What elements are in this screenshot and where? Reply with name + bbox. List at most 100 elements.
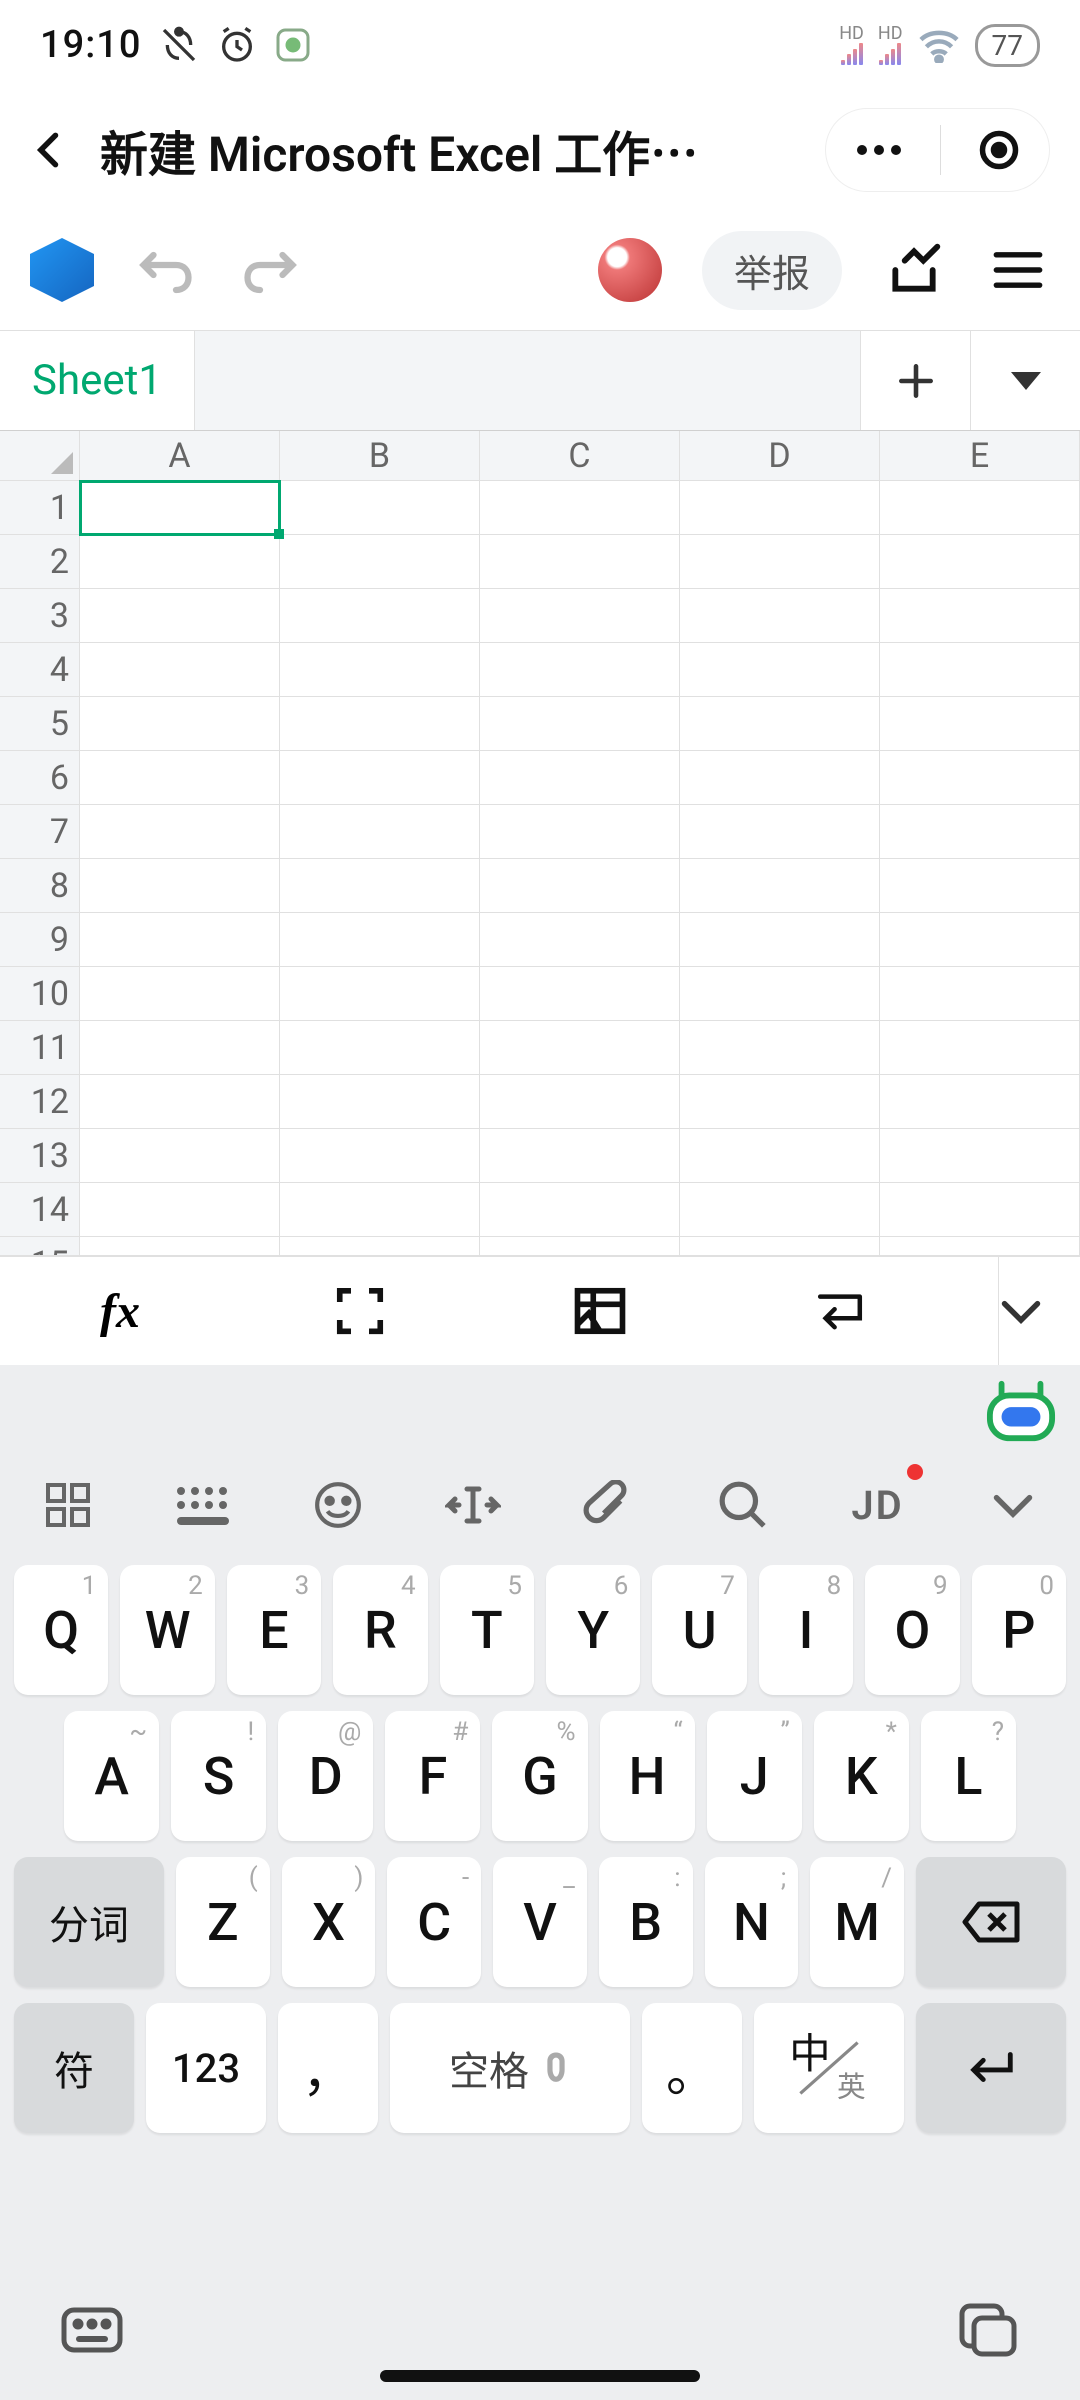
row-header-5[interactable]: 5	[0, 697, 80, 751]
cell-E3[interactable]	[880, 589, 1080, 643]
key-K[interactable]: *K	[814, 1711, 909, 1841]
row-header-4[interactable]: 4	[0, 643, 80, 697]
row-header-10[interactable]: 10	[0, 967, 80, 1021]
key-J[interactable]: ”J	[707, 1711, 802, 1841]
key-L[interactable]: ?L	[921, 1711, 1016, 1841]
row-header-13[interactable]: 13	[0, 1129, 80, 1183]
cell-E6[interactable]	[880, 751, 1080, 805]
cell-A6[interactable]	[80, 751, 280, 805]
row-header-12[interactable]: 12	[0, 1075, 80, 1129]
home-indicator[interactable]	[380, 2370, 700, 2382]
cell-C10[interactable]	[480, 967, 680, 1021]
cell-C6[interactable]	[480, 751, 680, 805]
column-header-E[interactable]: E	[880, 431, 1080, 481]
cell-D5[interactable]	[680, 697, 880, 751]
cell-D6[interactable]	[680, 751, 880, 805]
cell-A3[interactable]	[80, 589, 280, 643]
cell-C8[interactable]	[480, 859, 680, 913]
cell-E9[interactable]	[880, 913, 1080, 967]
column-header-C[interactable]: C	[480, 431, 680, 481]
cell-B10[interactable]	[280, 967, 480, 1021]
keyboard-switch-icon[interactable]	[60, 2302, 124, 2358]
key-S[interactable]: !S	[171, 1711, 266, 1841]
key-X[interactable]: )X	[282, 1857, 376, 1987]
key-H[interactable]: “H	[600, 1711, 695, 1841]
key-E[interactable]: 3E	[227, 1565, 321, 1695]
key-comma[interactable]: ，	[278, 2003, 378, 2133]
key-Z[interactable]: (Z	[176, 1857, 270, 1987]
cell-A9[interactable]	[80, 913, 280, 967]
cell-B8[interactable]	[280, 859, 480, 913]
cell-A11[interactable]	[80, 1021, 280, 1075]
key-F[interactable]: #F	[385, 1711, 480, 1841]
cell-A10[interactable]	[80, 967, 280, 1021]
image-button[interactable]	[573, 1284, 627, 1338]
cell-A8[interactable]	[80, 859, 280, 913]
key-T[interactable]: 5T	[440, 1565, 534, 1695]
key-numbers[interactable]: 123	[146, 2003, 266, 2133]
key-B[interactable]: :B	[599, 1857, 693, 1987]
key-symbols[interactable]: 符	[14, 2003, 134, 2133]
row-header-11[interactable]: 11	[0, 1021, 80, 1075]
collapse-button[interactable]	[998, 1257, 1043, 1365]
cell-B12[interactable]	[280, 1075, 480, 1129]
cell-E14[interactable]	[880, 1183, 1080, 1237]
redo-button[interactable]	[238, 238, 302, 302]
cell-C4[interactable]	[480, 643, 680, 697]
cell-A12[interactable]	[80, 1075, 280, 1129]
row-header-14[interactable]: 14	[0, 1183, 80, 1237]
cell-B7[interactable]	[280, 805, 480, 859]
sheet-tab-active[interactable]: Sheet1	[0, 331, 195, 430]
key-Y[interactable]: 6Y	[546, 1565, 640, 1695]
cell-C7[interactable]	[480, 805, 680, 859]
cell-A5[interactable]	[80, 697, 280, 751]
sheets-dropdown-button[interactable]	[970, 331, 1080, 430]
cell-D14[interactable]	[680, 1183, 880, 1237]
cell-D4[interactable]	[680, 643, 880, 697]
key-O[interactable]: 9O	[865, 1565, 959, 1695]
cell-C1[interactable]	[480, 481, 680, 535]
key-G[interactable]: %G	[492, 1711, 587, 1841]
ime-collapse-icon[interactable]	[978, 1470, 1048, 1540]
cell-C2[interactable]	[480, 535, 680, 589]
cell-B13[interactable]	[280, 1129, 480, 1183]
key-language[interactable]: 中 英	[754, 2003, 904, 2133]
fullscreen-button[interactable]	[333, 1284, 387, 1338]
key-N[interactable]: ;N	[705, 1857, 799, 1987]
menu-button[interactable]	[986, 238, 1050, 302]
cell-A7[interactable]	[80, 805, 280, 859]
more-button[interactable]	[854, 140, 904, 160]
cell-B3[interactable]	[280, 589, 480, 643]
cell-D12[interactable]	[680, 1075, 880, 1129]
cell-E1[interactable]	[880, 481, 1080, 535]
column-header-A[interactable]: A	[80, 431, 280, 481]
cell-A4[interactable]	[80, 643, 280, 697]
row-header-1[interactable]: 1	[0, 481, 80, 535]
key-C[interactable]: -C	[387, 1857, 481, 1987]
key-M[interactable]: /M	[810, 1857, 904, 1987]
target-button[interactable]	[977, 128, 1021, 172]
row-header-7[interactable]: 7	[0, 805, 80, 859]
cell-D1[interactable]	[680, 481, 880, 535]
key-W[interactable]: 2W	[120, 1565, 214, 1695]
cell-C14[interactable]	[480, 1183, 680, 1237]
cell-E7[interactable]	[880, 805, 1080, 859]
key-space[interactable]: 空格	[390, 2003, 630, 2133]
key-segment[interactable]: 分词	[14, 1857, 164, 1987]
newline-button[interactable]	[813, 1284, 867, 1338]
key-V[interactable]: _V	[493, 1857, 587, 1987]
row-header-8[interactable]: 8	[0, 859, 80, 913]
row-header-9[interactable]: 9	[0, 913, 80, 967]
cell-D2[interactable]	[680, 535, 880, 589]
cell-D9[interactable]	[680, 913, 880, 967]
share-button[interactable]	[882, 238, 946, 302]
key-period[interactable]: 。	[642, 2003, 742, 2133]
ime-grid-icon[interactable]	[33, 1470, 103, 1540]
key-R[interactable]: 4R	[333, 1565, 427, 1695]
key-Q[interactable]: 1Q	[14, 1565, 108, 1695]
ime-jd-button[interactable]: JD	[843, 1470, 913, 1540]
cell-C9[interactable]	[480, 913, 680, 967]
add-sheet-button[interactable]	[860, 331, 970, 430]
cell-B9[interactable]	[280, 913, 480, 967]
cell-A2[interactable]	[80, 535, 280, 589]
